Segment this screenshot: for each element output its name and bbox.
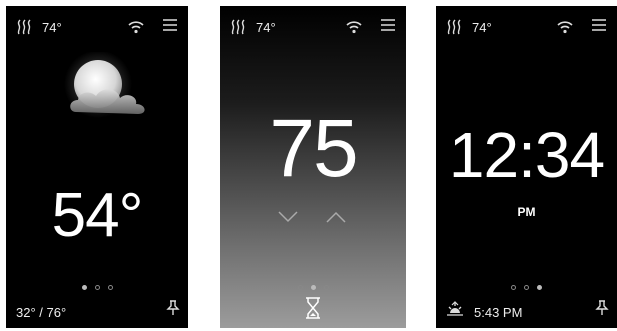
sunset-time: 5:43 PM [474,305,523,320]
hi-lo-temp: 32° / 76° [16,305,67,320]
page-dot[interactable] [107,285,113,290]
page-dot[interactable] [310,285,316,290]
page-indicator [6,277,188,295]
current-temperature: 54° [51,181,144,250]
status-bar: 74° [220,18,406,38]
decrease-temp-button[interactable] [278,210,298,228]
status-bar: 74° [6,18,188,38]
heat-icon [230,19,246,40]
status-bar: 74° [436,18,617,38]
partly-cloudy-night-icon [46,50,166,129]
page-indicator [220,277,406,295]
page-dot[interactable] [537,285,542,290]
indoor-temp: 74° [256,20,276,35]
sunset-icon [446,301,464,322]
page-indicator [436,277,617,295]
hourglass-icon[interactable] [304,297,322,324]
menu-icon[interactable] [591,18,607,37]
wifi-icon [346,20,362,39]
page-dot[interactable] [323,285,329,290]
indoor-temp: 74° [472,20,492,35]
clock-ampm: PM [517,205,536,219]
indoor-temp: 74° [42,20,62,35]
increase-temp-button[interactable] [326,210,346,228]
menu-icon[interactable] [162,18,178,37]
page-dot[interactable] [511,285,516,290]
page-dot[interactable] [297,285,303,290]
page-dot[interactable] [81,285,87,290]
weather-screen: 74° 54° 32° / 76° [6,6,188,328]
pin-icon[interactable] [595,300,609,321]
clock-time: 12:34 [448,119,605,191]
pin-icon[interactable] [166,300,180,321]
menu-icon[interactable] [380,18,396,37]
page-dot[interactable] [94,285,100,290]
page-dot[interactable] [524,285,529,290]
clock-screen: 74° 12:34 PM 5:43 PM [436,6,617,328]
wifi-icon [557,20,573,39]
thermostat-screen: 74° 75 [220,6,406,328]
setpoint-temperature: 75 [269,103,358,194]
wifi-icon [128,20,144,39]
heat-icon [16,19,32,40]
heat-icon [446,19,462,40]
